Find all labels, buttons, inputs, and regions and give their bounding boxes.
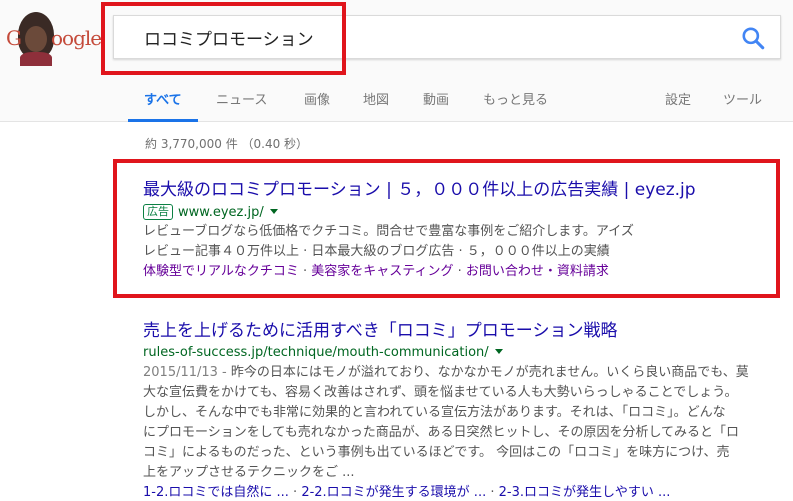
doodle-portrait-collar	[20, 52, 52, 66]
tab-settings[interactable]: 設定	[665, 89, 691, 108]
tab-tools[interactable]: ツール	[723, 89, 762, 108]
tab-videos[interactable]: 動画	[423, 89, 449, 108]
active-tab-indicator	[128, 119, 198, 122]
search-tabs: すべて ニュース 画像 地図 動画 もっと見る 設定 ツール	[0, 80, 793, 122]
tab-images[interactable]: 画像	[304, 89, 330, 108]
organic-result-title[interactable]: 売上を上げるために活用すべき「ロコミ」プロモーション戦略	[143, 316, 749, 341]
organic-result-snippet-line: 大な宣伝費をかけても、容易く改善はされず、頭を悩ませている人も大勢いらっしゃるこ…	[143, 385, 738, 400]
sub-link[interactable]: 2-3.ロコミが発生しやすい ...	[499, 485, 671, 500]
tab-all[interactable]: すべて	[144, 89, 182, 108]
tab-maps[interactable]: 地図	[363, 89, 389, 108]
organic-result-url-line: rules-of-success.jp/technique/mouth-comm…	[143, 345, 749, 363]
chevron-down-icon[interactable]	[494, 349, 503, 354]
organic-result: 売上を上げるために活用すべき「ロコミ」プロモーション戦略 rules-of-su…	[143, 316, 749, 501]
sub-link[interactable]: 2-2.ロコミが発生する環境が ...	[301, 485, 486, 500]
sub-link-separator: ·	[288, 485, 302, 500]
result-date: 2015/11/13 -	[143, 365, 231, 380]
highlight-box-search	[101, 2, 346, 75]
tab-news[interactable]: ニュース	[216, 89, 267, 108]
sub-link[interactable]: 1-2.ロコミでは自然に ...	[143, 485, 289, 500]
doodle-logo-text: Google	[6, 26, 102, 50]
organic-result-snippet-line: しかし、そんな中でも非常に効果的と言われている宣伝方法があります。それは、「ロコ…	[143, 405, 726, 420]
organic-sub-links: 1-2.ロコミでは自然に ... · 2-2.ロコミが発生する環境が ... ·…	[143, 483, 749, 501]
organic-result-snippet-line: コミ」によるものだった、という事例も出ているほどです。 今回はこの「ロコミ」を味…	[143, 445, 730, 460]
organic-result-snippet-line: 2015/11/13 - 昨今の日本にはモノが溢れており、なかなかモノが売れませ…	[143, 365, 749, 380]
organic-result-snippet-line: 上をアップさせるテクニックをご ...	[143, 465, 355, 480]
organic-result-url: rules-of-success.jp/technique/mouth-comm…	[143, 345, 489, 360]
search-icon[interactable]	[740, 25, 766, 51]
sub-link-separator: ·	[486, 485, 499, 500]
tab-more[interactable]: もっと見る	[483, 89, 548, 108]
result-stats: 約 3,770,000 件 （0.40 秒）	[145, 137, 309, 151]
highlight-box-ad	[113, 159, 780, 298]
organic-result-snippet-line: にプロモーションをしても売れなかった商品が、ある日突然ヒットし、その原因を分析し…	[143, 425, 740, 440]
google-doodle-logo[interactable]: Google	[6, 12, 102, 66]
